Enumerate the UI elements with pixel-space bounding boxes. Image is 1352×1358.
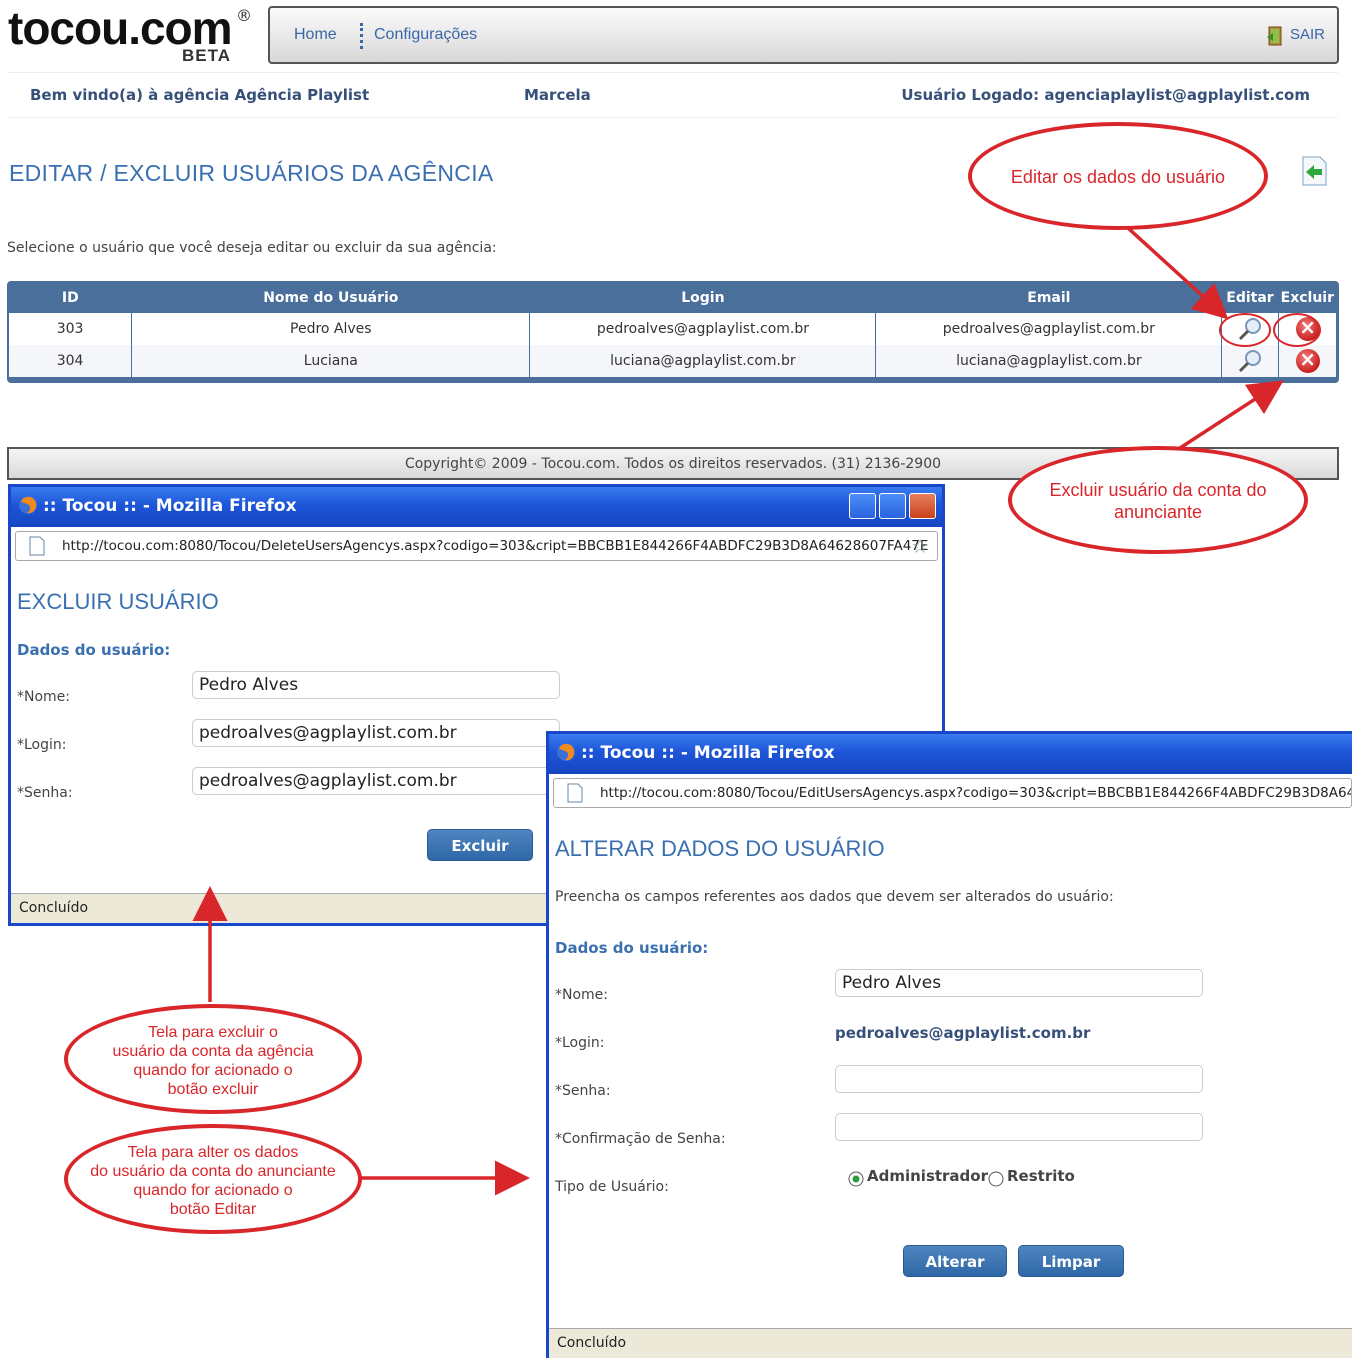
annotation-edit-screen: Tela para alter os dados do usuário da c… xyxy=(64,1124,362,1234)
annotation-edit-text: Editar os dados do usuário xyxy=(1010,167,1226,187)
annotation-delete: Excluir usuário da conta do anunciante xyxy=(1008,446,1308,554)
annotation-line: botão Editar xyxy=(169,1201,257,1218)
annotation-delete-screen: Tela para excluir o usuário da conta da … xyxy=(64,1004,362,1114)
annotation-line: quando for acionado o xyxy=(133,1182,293,1199)
annotation-line: Tela para alter os dados xyxy=(127,1144,299,1161)
annotation-line: Tela para excluir o xyxy=(148,1024,278,1041)
edit-highlight-circle xyxy=(1219,313,1271,347)
annotation-line: usuário da conta da agência xyxy=(112,1043,314,1060)
annotation-delete-line2: anunciante xyxy=(1113,502,1203,522)
annotation-line: botão excluir xyxy=(167,1081,259,1098)
delete-highlight-circle xyxy=(1273,313,1321,347)
annotation-delete-line1: Excluir usuário da conta do xyxy=(1049,480,1267,500)
annotation-line: do usuário da conta do anunciante xyxy=(90,1163,336,1180)
annotation-edit: Editar os dados do usuário xyxy=(968,122,1268,230)
annotation-line: quando for acionado o xyxy=(133,1062,293,1079)
